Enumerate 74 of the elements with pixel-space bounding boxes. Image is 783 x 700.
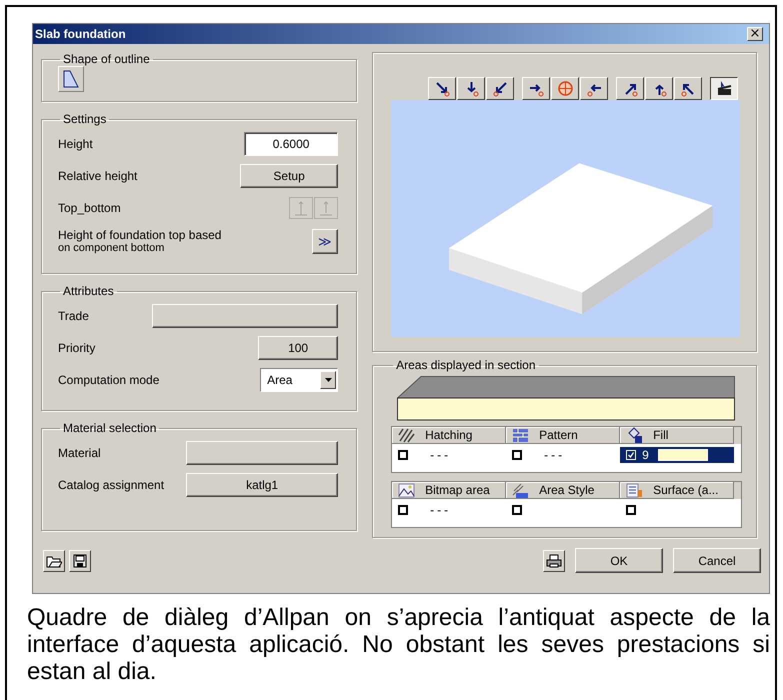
checkbox[interactable] xyxy=(512,450,522,460)
cell-value: --- xyxy=(430,503,452,517)
column-header[interactable]: Hatching xyxy=(392,427,506,444)
table-cell[interactable]: --- xyxy=(392,502,506,518)
view-button[interactable] xyxy=(710,77,738,100)
area-style-icon xyxy=(512,482,530,498)
input-field[interactable]: 0.6000 xyxy=(244,132,338,156)
cell-value: --- xyxy=(430,448,452,462)
arrow-icon xyxy=(434,80,450,97)
field-label: Height xyxy=(58,137,93,151)
column-label: Pattern xyxy=(539,428,578,442)
column-label: Area Style xyxy=(539,483,594,497)
field-label: Height of foundation top based xyxy=(58,228,222,242)
cell-value: 9 xyxy=(642,448,652,462)
cell-value: --- xyxy=(544,448,566,462)
paint-bucket-icon xyxy=(626,426,644,444)
table-cell[interactable]: --- xyxy=(506,447,620,463)
field-label: Catalog assignment xyxy=(58,478,164,492)
value-button[interactable]: Setup xyxy=(240,164,338,188)
field-label: Top_bottom xyxy=(58,201,121,215)
dropdown[interactable]: Area xyxy=(260,368,338,392)
checkbox[interactable] xyxy=(626,505,636,515)
value-button[interactable]: 100 xyxy=(258,336,338,360)
field-label: Priority xyxy=(58,341,96,355)
arrow-icon xyxy=(492,80,508,97)
hatching-icon xyxy=(398,426,416,444)
shape-button[interactable] xyxy=(58,66,84,92)
expand-button[interactable]: ≫ xyxy=(312,228,338,254)
dropdown-value: Area xyxy=(267,373,292,387)
group-title: Areas displayed in section xyxy=(395,358,537,372)
open-button[interactable] xyxy=(43,550,65,572)
save-button[interactable] xyxy=(69,550,91,572)
list-icon xyxy=(626,482,644,498)
group-title: Settings xyxy=(62,112,108,126)
caption-text: Quadre de diàleg d’Allpan on s’aprecia l’antiquat aspecte de la interface d’aquesta aplicació. No obstant les seves prestacions si estan al dia. xyxy=(27,604,770,685)
value-button[interactable] xyxy=(186,441,338,465)
column-header[interactable]: Bitmap area xyxy=(392,482,506,499)
checkbox[interactable] xyxy=(512,505,522,515)
value-button[interactable] xyxy=(152,304,338,328)
dialog-button[interactable]: Cancel xyxy=(673,548,761,573)
target-icon xyxy=(556,80,574,97)
outline-shape-icon xyxy=(63,70,79,88)
group-title: Shape of outline xyxy=(62,52,151,66)
dialog-button[interactable]: OK xyxy=(575,548,663,573)
field-label: Trade xyxy=(58,309,89,323)
field-label: Material xyxy=(58,446,101,460)
table-cell[interactable]: --- xyxy=(392,447,506,463)
group-title: Material selection xyxy=(62,421,158,435)
value-button[interactable]: katlg1 xyxy=(186,473,338,497)
height-marker-icon xyxy=(319,200,334,216)
table-cell[interactable]: 9 xyxy=(620,447,734,463)
field-label: Relative height xyxy=(58,169,138,183)
checkbox[interactable] xyxy=(398,505,408,515)
column-header[interactable]: Area Style xyxy=(506,482,620,499)
column-header[interactable]: Fill xyxy=(620,427,734,444)
column-label: Fill xyxy=(653,428,668,442)
group-title: Attributes xyxy=(62,284,115,298)
column-label: Hatching xyxy=(425,428,472,442)
folder-icon xyxy=(46,554,62,568)
brick-icon xyxy=(512,426,530,444)
clapperboard-icon xyxy=(716,80,732,97)
column-header[interactable]: Surface (a... xyxy=(620,482,734,499)
column-label: Surface (a... xyxy=(653,483,718,497)
print-button[interactable] xyxy=(543,550,565,572)
height-marker-icon xyxy=(294,200,308,216)
landscape-icon xyxy=(398,482,416,498)
field-label: Computation mode xyxy=(58,373,160,387)
column-header[interactable]: Pattern xyxy=(506,427,620,444)
window-title: Slab foundation xyxy=(35,27,126,41)
close-button[interactable]: × xyxy=(747,27,763,41)
field-label: on component bottom xyxy=(58,242,166,254)
printer-icon xyxy=(546,554,562,568)
checkbox[interactable] xyxy=(398,450,408,460)
column-label: Bitmap area xyxy=(425,483,490,497)
